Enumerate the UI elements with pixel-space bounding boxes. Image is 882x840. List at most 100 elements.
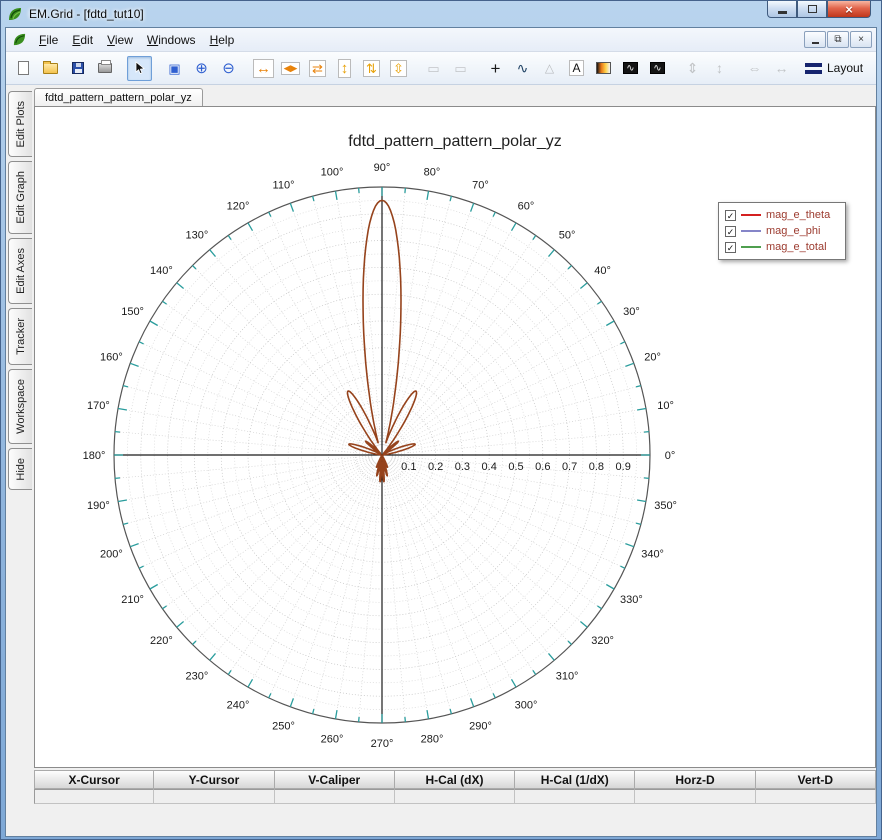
menu-item-windows[interactable]: Windows	[140, 30, 203, 50]
colormap-button[interactable]	[591, 56, 616, 81]
angle-tick	[138, 565, 144, 569]
child-minimize-button[interactable]	[804, 31, 826, 48]
legend-label: mag_e_theta	[766, 209, 831, 221]
expand-horizontal-button[interactable]: ↔	[251, 56, 276, 81]
polygon-button[interactable]: △	[537, 56, 562, 81]
titlebar[interactable]: EM.Grid - [fdtd_tut10] ×	[1, 1, 881, 27]
sidebar-tab-edit-axes[interactable]: Edit Axes	[8, 238, 32, 304]
child-close-icon: ×	[858, 34, 864, 45]
angle-label: 80°	[424, 166, 441, 178]
grid-spoke	[247, 222, 378, 447]
zoom-out-icon: ⊖	[222, 59, 235, 77]
open-file-button[interactable]	[38, 56, 63, 81]
radial-label: 0.1	[401, 461, 416, 473]
maximize-icon	[807, 5, 817, 13]
grid-spoke	[388, 461, 572, 645]
angle-label: 220°	[150, 635, 173, 647]
select-pointer-button[interactable]	[127, 55, 152, 81]
select-pointer-icon	[135, 61, 145, 75]
wave-black-1-button[interactable]: ∿	[618, 56, 643, 81]
center-horizontal-button[interactable]: ⇄	[305, 56, 330, 81]
split-vertical-button[interactable]: ⇅	[359, 56, 384, 81]
legend-checkbox-mag-e-theta[interactable]: ✓	[725, 209, 736, 221]
new-document-icon	[18, 61, 29, 75]
angle-label: 350°	[654, 500, 677, 512]
grid-spoke	[382, 187, 406, 446]
cursor-col-y-cursor: Y-Cursor	[154, 770, 275, 789]
zoom-in-button[interactable]: ⊕	[189, 56, 214, 81]
fit-horizontal-button[interactable]: ↔	[769, 56, 794, 81]
new-document-button[interactable]	[11, 56, 36, 81]
angle-tick	[247, 222, 254, 232]
close-button[interactable]: ×	[827, 1, 871, 18]
angle-tick	[357, 187, 360, 194]
grid-spoke	[386, 463, 517, 688]
frame-outline-button[interactable]: ▭	[421, 56, 446, 81]
child-close-button[interactable]: ×	[850, 31, 872, 48]
sidebar-tab-hide[interactable]: Hide	[8, 447, 32, 491]
expand-vertical-button[interactable]: ↕	[332, 56, 357, 81]
save-button[interactable]	[65, 56, 90, 81]
angle-tick	[404, 716, 407, 723]
sidebar-tab-edit-graph[interactable]: Edit Graph	[8, 161, 32, 235]
angle-label: 240°	[227, 699, 250, 711]
radial-label: 0.7	[562, 461, 577, 473]
angle-tick	[449, 708, 453, 715]
crosshair-button[interactable]: +	[483, 56, 508, 81]
angle-tick	[426, 190, 430, 201]
frame-filled-button[interactable]: ▭	[448, 56, 473, 81]
menu-item-help[interactable]: Help	[203, 30, 242, 50]
sidebar-tab-workspace[interactable]: Workspace	[8, 368, 32, 444]
sidebar-tab-edit-plots[interactable]: Edit Plots	[8, 91, 32, 158]
angle-tick	[129, 542, 139, 548]
center-vertical-button[interactable]: ⇳	[386, 56, 411, 81]
angle-tick	[449, 195, 453, 202]
angle-tick	[114, 430, 121, 433]
grid-spoke	[138, 341, 374, 452]
angle-tick	[247, 678, 254, 688]
radial-label: 0.9	[616, 461, 631, 473]
cursor-table: X-Cursor Y-Cursor V-Caliper H-Cal (dX) H-Cal…	[34, 770, 876, 804]
layout-label: Layout	[827, 61, 864, 75]
text-annotation-button[interactable]: A	[564, 56, 589, 81]
main-area: fdtd_pattern_pattern_polar_yz 0° 10° 20° 30…	[34, 85, 876, 836]
layout-control[interactable]: Layout	[805, 61, 863, 75]
zoom-out-button[interactable]: ⊖	[216, 56, 241, 81]
angle-tick	[579, 621, 588, 628]
sidebar: Edit Plots Edit Graph Edit Axes Tracker Work…	[6, 85, 34, 836]
grid-spoke	[389, 460, 602, 609]
child-restore-button[interactable]: ⧉	[827, 31, 849, 48]
crosshair-icon: +	[490, 58, 501, 78]
grid-spoke	[192, 461, 376, 645]
cursor-value-cell	[34, 789, 155, 804]
menu-item-file[interactable]: File	[32, 30, 65, 50]
split-horizontal-button[interactable]: ◀▶	[278, 56, 303, 81]
angle-label: 60°	[518, 200, 535, 212]
menu-item-edit[interactable]: Edit	[65, 30, 100, 50]
legend-checkbox-mag-e-total[interactable]: ✓	[725, 241, 736, 253]
legend-item-mag-e-phi: ✓ mag_e_phi	[725, 223, 839, 239]
plot-panel[interactable]: 0° 10° 20° 30° 40° 50° 60° 70° 80° 90° 100° 110° 120…	[34, 106, 876, 768]
maximize-button[interactable]	[797, 1, 827, 18]
zoom-window-button[interactable]: ▣	[162, 56, 187, 81]
legend-checkbox-mag-e-phi[interactable]: ✓	[725, 225, 736, 237]
angle-label: 280°	[421, 733, 444, 745]
angle-tick	[620, 565, 626, 569]
minimize-button[interactable]	[767, 1, 797, 18]
angle-tick	[426, 709, 430, 720]
menu-item-view[interactable]: View	[100, 30, 140, 50]
sidebar-tab-tracker[interactable]: Tracker	[8, 307, 32, 365]
print-button[interactable]	[92, 56, 117, 81]
curve-tracker-button[interactable]: ∿	[510, 56, 535, 81]
angle-tick	[532, 235, 537, 240]
cursor-col-v-caliper: V-Caliper	[274, 770, 395, 789]
document-tab[interactable]: fdtd_pattern_pattern_polar_yz	[34, 88, 203, 106]
angle-label: 140°	[150, 265, 173, 277]
pan-horizontal-button[interactable]: ⇔	[742, 56, 767, 81]
fit-vertical-button[interactable]: ↕	[707, 56, 732, 81]
angle-tick	[122, 522, 129, 526]
wave-black-2-button[interactable]: ∿	[645, 56, 670, 81]
angle-tick	[129, 362, 139, 368]
pan-vertical-button[interactable]: ⇕	[680, 56, 705, 81]
angle-tick	[334, 190, 338, 201]
